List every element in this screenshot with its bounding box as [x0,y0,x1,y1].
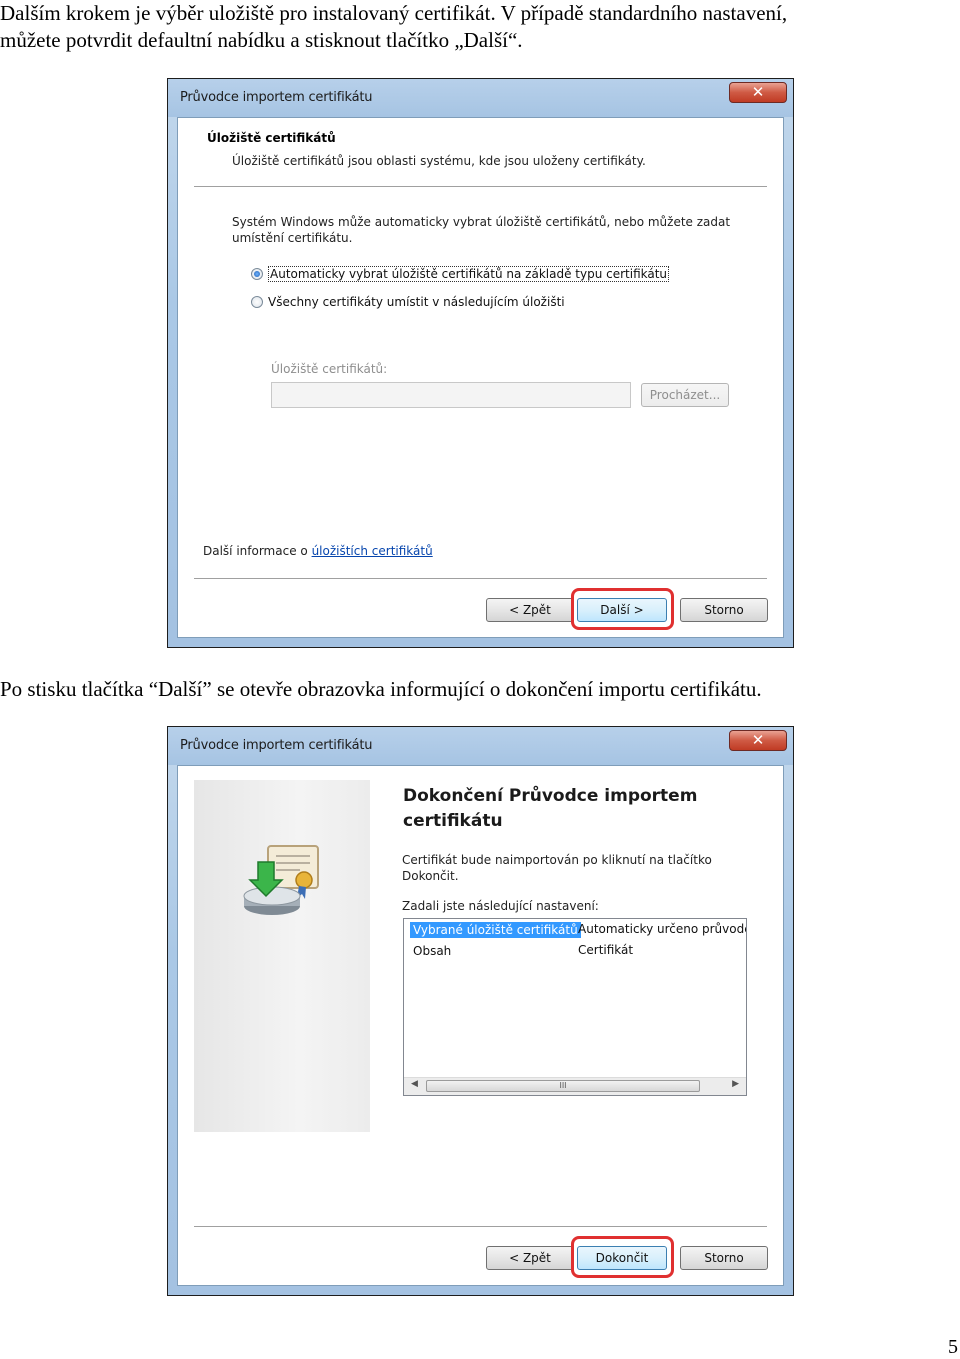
scrollbar-thumb[interactable]: III [426,1080,700,1092]
next-button[interactable]: Další > [577,598,667,622]
scroll-left-icon[interactable]: ◀ [411,1079,418,1089]
wizard-header: Úložiště certifikátů Úložiště certifikát… [178,118,783,186]
radio-auto-label[interactable]: Automaticky vybrat úložiště certifikátů … [268,266,670,282]
setting-name: Vybrané úložiště certifikátů [410,922,581,938]
radio-selected-icon[interactable] [251,268,263,280]
page-number: 5 [948,1336,958,1358]
browse-button[interactable]: Procházet... [641,383,729,407]
finish-button[interactable]: Dokončit [577,1246,667,1270]
certificate-import-wizard-finish-dialog: Průvodce importem certifikátu ✕ Dokončen… [167,726,794,1296]
store-label: Úložiště certifikátů: [271,362,388,376]
horizontal-scrollbar[interactable]: ◀ III ▶ [404,1077,746,1095]
instruction-paragraph-2: Po stisku tlačítka “Další” se otevře obr… [0,677,762,701]
more-info-line: Další informace o úložištích certifikátů [203,544,433,558]
intro-line-2: umístění certifikátu. [232,231,353,245]
setting-value: Automaticky určeno průvodc [578,922,747,936]
settings-summary-list[interactable]: Vybrané úložiště certifikátů Automaticky… [403,918,747,1096]
finish-description-line-1: Certifikát bude naimportován po kliknutí… [402,853,712,867]
wizard-content: Úložiště certifikátů Úložiště certifikát… [177,117,784,638]
finish-description-line-2: Dokončit. [402,869,459,883]
intro-text: Systém Windows může automaticky vybrat ú… [232,214,730,246]
radio-auto-select-store[interactable]: Automaticky vybrat úložiště certifikátů … [251,266,670,282]
setting-value: Certifikát [578,943,634,957]
finish-heading: Dokončení Průvodce importem certifikátu [403,784,733,834]
finish-heading-line-2: certifikátu [403,811,503,831]
close-icon: ✕ [751,83,765,101]
back-button[interactable]: < Zpět [486,1246,574,1270]
instruction-line-2: můžete potvrdit defaultní nabídku a stis… [0,28,523,52]
window-title: Průvodce importem certifikátu [180,738,373,753]
store-info-link[interactable]: úložištích certifikátů [312,544,433,558]
cancel-button[interactable]: Storno [680,1246,768,1270]
title-bar: Průvodce importem certifikátu ✕ [168,79,793,117]
title-bar: Průvodce importem certifikátu ✕ [168,727,793,765]
certificate-import-icon [243,845,319,915]
close-button[interactable]: ✕ [729,730,787,751]
finish-heading-line-1: Dokončení Průvodce importem [403,786,698,806]
radio-manual-store[interactable]: Všechny certifikáty umístit v následujíc… [251,295,565,309]
finish-description: Certifikát bude naimportován po kliknutí… [402,852,712,884]
scroll-right-icon[interactable]: ▶ [732,1079,739,1089]
section-title: Úložiště certifikátů [207,131,336,145]
header-divider [194,186,767,187]
cancel-button[interactable]: Storno [680,598,768,622]
close-button[interactable]: ✕ [729,82,787,103]
footer-divider [194,578,767,579]
instruction-paragraph-1: Dalším krokem je výběr uložiště pro inst… [0,0,787,54]
close-icon: ✕ [751,731,765,749]
section-description: Úložiště certifikátů jsou oblasti systém… [232,154,646,168]
back-button[interactable]: < Zpět [486,598,574,622]
radio-manual-label[interactable]: Všechny certifikáty umístit v následujíc… [268,295,565,309]
intro-line-1: Systém Windows může automaticky vybrat ú… [232,215,731,229]
window-title: Průvodce importem certifikátu [180,90,373,105]
footer-divider [194,1226,767,1227]
wizard-side-panel [194,780,370,1132]
wizard-content: Dokončení Průvodce importem certifikátu … [177,765,784,1286]
radio-unselected-icon[interactable] [251,296,263,308]
more-info-text: Další informace o [203,544,312,558]
store-path-input[interactable] [271,382,631,408]
scroll-grip-icon: III [559,1081,567,1090]
instruction-line-1: Dalším krokem je výběr uložiště pro inst… [0,1,788,25]
certificate-import-wizard-store-dialog: Průvodce importem certifikátu ✕ Úložiště… [167,78,794,648]
setting-name: Obsah [413,944,452,958]
settings-label: Zadali jste následující nastavení: [402,899,599,913]
